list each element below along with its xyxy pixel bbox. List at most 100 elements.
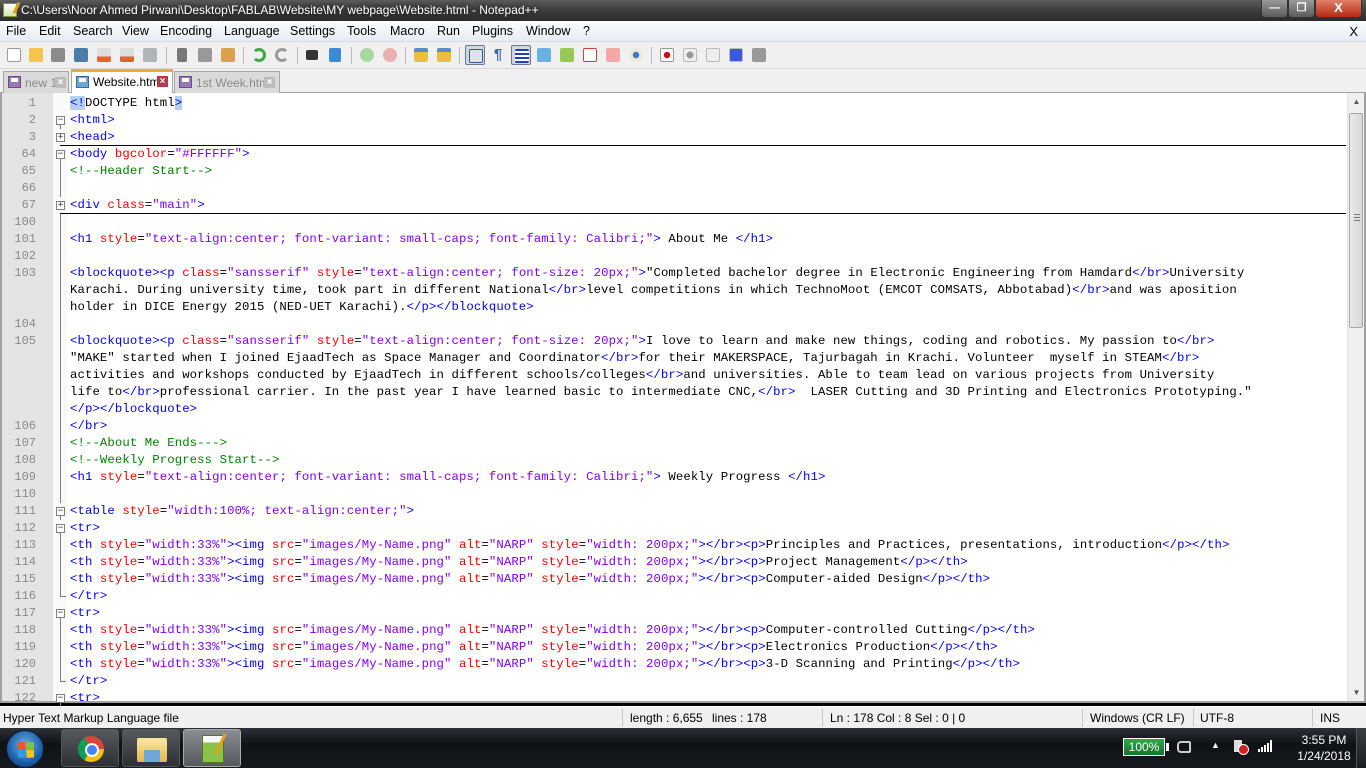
word-wrap-button[interactable] [465, 45, 485, 65]
taskbar-notepad-plus-plus[interactable] [183, 729, 241, 767]
code-line[interactable]: 112 − <tr> [2, 520, 1348, 537]
fold-expand-icon[interactable]: + [56, 201, 65, 210]
code-line[interactable]: 108 <!--Weekly Progress Start--> [2, 452, 1348, 469]
code-line[interactable]: </p></blockquote> [2, 401, 1348, 418]
start-button[interactable] [6, 730, 44, 768]
indent-guide-button[interactable] [511, 45, 531, 65]
tab-website-html[interactable]: Website.html × [71, 69, 173, 93]
menu-language[interactable]: Language [224, 24, 280, 38]
replace-button[interactable] [326, 45, 346, 65]
close-file-button[interactable] [94, 45, 114, 65]
code-line[interactable]: 120 <th style="width:33%"><img src="image… [2, 656, 1348, 673]
menu-file[interactable]: File [6, 24, 26, 38]
fold-collapse-icon[interactable]: − [56, 694, 65, 703]
close-document-button[interactable]: X [1349, 24, 1358, 39]
code-lines[interactable]: 1 <!DOCTYPE html> 2− <html> 3 + <head> 64− <body… [2, 95, 1348, 707]
code-text[interactable]: <h1 style="text-align:center; font-varia… [70, 469, 825, 486]
menu-settings[interactable]: Settings [290, 24, 335, 38]
close-button[interactable]: X [1315, 0, 1362, 18]
code-line[interactable]: 110 [2, 486, 1348, 503]
code-text[interactable]: <body bgcolor="#FFFFFF"> [70, 146, 250, 163]
code-line[interactable]: 113 <th style="width:33%"><img src="image… [2, 537, 1348, 554]
volume-muted-icon[interactable] [1234, 740, 1249, 755]
taskbar-explorer[interactable] [122, 729, 180, 767]
code-text[interactable]: <!--About Me Ends---> [70, 435, 227, 452]
tab-close-icon[interactable]: × [55, 77, 66, 88]
code-text[interactable]: <th style="width:33%"><img src="images/M… [70, 622, 1035, 639]
show-hidden-icons-arrow-icon[interactable]: ▲ [1211, 740, 1220, 750]
menu-encoding[interactable]: Encoding [160, 24, 212, 38]
scrollbar-thumb[interactable] [1349, 113, 1363, 328]
code-line[interactable]: 118 <th style="width:33%"><img src="image… [2, 622, 1348, 639]
menu-tools[interactable]: Tools [347, 24, 376, 38]
menu-help[interactable]: ? [583, 24, 590, 38]
folder-as-workspace-button[interactable] [603, 45, 623, 65]
menu-macro[interactable]: Macro [390, 24, 425, 38]
code-text[interactable]: <blockquote><p class="sansserif" style="… [70, 265, 1244, 282]
code-line[interactable]: 117 − <tr> [2, 605, 1348, 622]
save-macro-button[interactable] [749, 45, 769, 65]
code-text[interactable]: <tr> [70, 520, 100, 537]
document-map-button[interactable] [557, 45, 577, 65]
show-all-characters-button[interactable]: ¶ [488, 45, 508, 65]
sync-vertical-scroll-button[interactable] [411, 45, 431, 65]
code-text[interactable]: <html> [70, 112, 115, 129]
code-line[interactable]: 103 <blockquote><p class="sansserif" styl… [2, 265, 1348, 282]
menu-run[interactable]: Run [437, 24, 460, 38]
zoom-in-button[interactable] [357, 45, 377, 65]
code-line[interactable]: 3 + <head> [2, 129, 1348, 146]
code-line[interactable]: "MAKE" started when I joined EjaadTech a… [2, 350, 1348, 367]
code-line[interactable]: 109 <h1 style="text-align:center; font-va… [2, 469, 1348, 486]
code-text[interactable]: <head> [70, 129, 115, 146]
code-text[interactable]: <tr> [70, 605, 100, 622]
taskbar-chrome[interactable] [61, 729, 119, 767]
code-text[interactable]: <th style="width:33%"><img src="images/M… [70, 537, 1229, 554]
code-line[interactable]: 1 <!DOCTYPE html> [2, 95, 1348, 112]
code-text[interactable]: <h1 style="text-align:center; font-varia… [70, 231, 773, 248]
vertical-scrollbar[interactable]: ▲ ▼ [1347, 93, 1364, 701]
code-text[interactable]: <!--Weekly Progress Start--> [70, 452, 279, 469]
code-text[interactable]: </p></blockquote> [70, 401, 197, 418]
code-line[interactable]: life to</br>professional carrier. In the… [2, 384, 1348, 401]
code-text[interactable]: Karachi. During university time, took pa… [70, 282, 1237, 299]
code-text[interactable]: </tr> [70, 673, 107, 690]
undo-button[interactable] [249, 45, 269, 65]
code-line[interactable]: 114 <th style="width:33%"><img src="image… [2, 554, 1348, 571]
code-text[interactable]: <th style="width:33%"><img src="images/M… [70, 656, 1020, 673]
battery-indicator[interactable]: 100% [1123, 738, 1169, 756]
monitoring-button[interactable] [626, 45, 646, 65]
code-line[interactable]: 100 [2, 214, 1348, 231]
scroll-up-arrow-icon[interactable]: ▲ [1348, 93, 1365, 110]
code-line[interactable]: 66 [2, 180, 1348, 197]
code-line[interactable]: 111 − <table style="width:100%; text-align… [2, 503, 1348, 520]
code-text[interactable]: <th style="width:33%"><img src="images/M… [70, 571, 990, 588]
stop-recording-button[interactable] [680, 45, 700, 65]
print-button[interactable] [140, 45, 160, 65]
code-text[interactable]: </br> [70, 418, 107, 435]
scroll-down-arrow-icon[interactable]: ▼ [1348, 684, 1365, 701]
minimize-button[interactable]: — [1261, 0, 1288, 18]
code-line[interactable]: 116 </tr> [2, 588, 1348, 605]
paste-button[interactable] [218, 45, 238, 65]
code-line[interactable]: 107 <!--About Me Ends---> [2, 435, 1348, 452]
fold-expand-icon[interactable]: + [56, 133, 65, 142]
code-line[interactable]: 106 </br> [2, 418, 1348, 435]
new-file-button[interactable] [4, 45, 24, 65]
code-editor[interactable]: 1 <!DOCTYPE html> 2− <html> 3 + <head> 64− <body… [0, 93, 1366, 707]
code-line[interactable]: 121 </tr> [2, 673, 1348, 690]
code-line[interactable]: 67 + <div class="main"> [2, 197, 1348, 214]
code-text[interactable]: activities and workshops conducted by Ej… [70, 367, 1214, 384]
menu-search[interactable]: Search [73, 24, 113, 38]
open-file-button[interactable] [26, 45, 46, 65]
maximize-button[interactable]: ❐ [1288, 0, 1315, 18]
menu-edit[interactable]: Edit [39, 24, 61, 38]
find-button[interactable] [303, 45, 323, 65]
fold-collapse-icon[interactable]: − [56, 507, 65, 516]
menu-plugins[interactable]: Plugins [472, 24, 513, 38]
code-line[interactable]: 119 <th style="width:33%"><img src="image… [2, 639, 1348, 656]
record-macro-button[interactable] [657, 45, 677, 65]
cut-button[interactable] [172, 45, 192, 65]
system-clock[interactable]: 3:55 PM 1/24/2018 [1284, 732, 1364, 764]
code-line[interactable]: holder in DICE Energy 2015 (NED-UET Kara… [2, 299, 1348, 316]
playback-macro-button[interactable] [703, 45, 723, 65]
